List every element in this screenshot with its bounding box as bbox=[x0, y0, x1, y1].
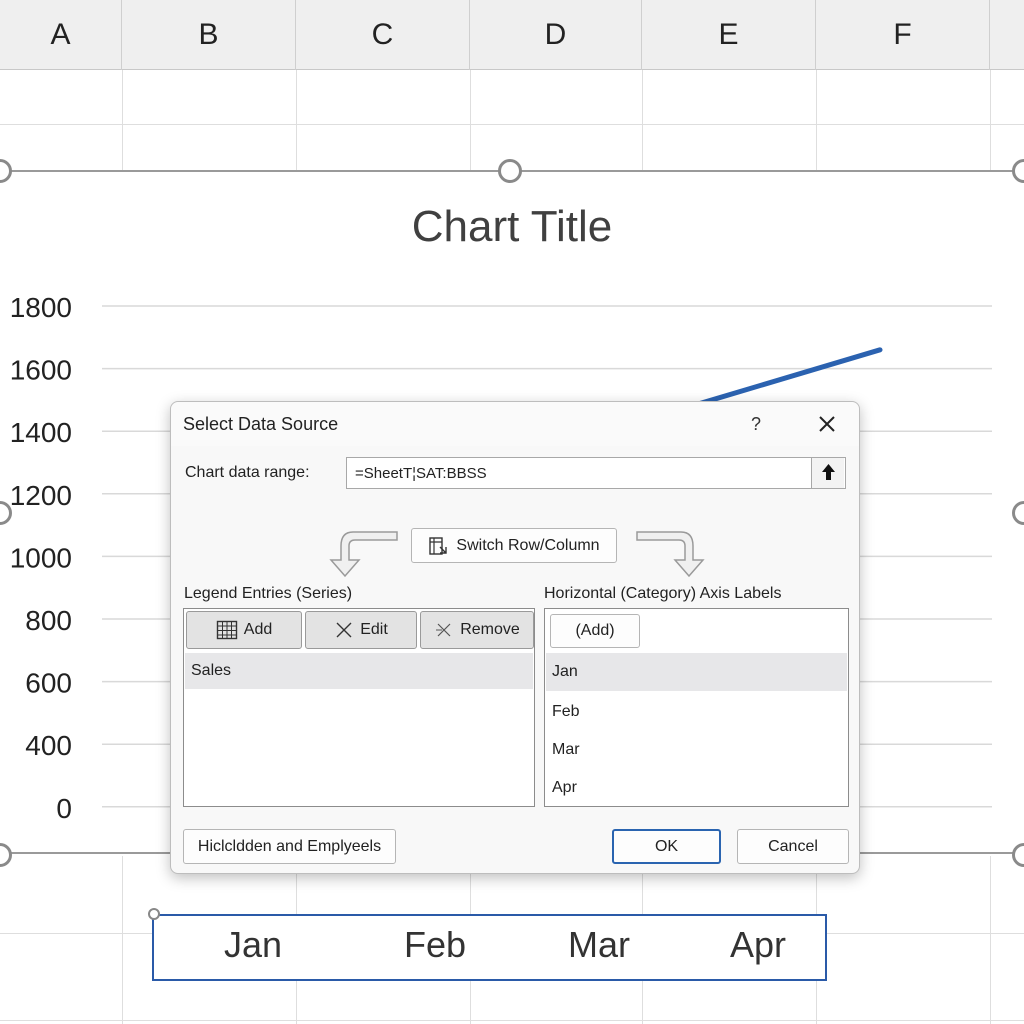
column-header-b[interactable]: B bbox=[122, 0, 296, 70]
remove-series-label: Remove bbox=[460, 621, 520, 638]
add-series-button[interactable]: Add bbox=[186, 611, 302, 649]
chart-data-range-input[interactable] bbox=[346, 457, 846, 489]
axis-label-item[interactable]: Feb bbox=[546, 694, 847, 730]
column-gridline bbox=[816, 70, 817, 170]
column-gridline bbox=[990, 70, 991, 170]
table-icon bbox=[216, 620, 237, 640]
axis-labels-add-button[interactable]: (Add) bbox=[550, 614, 640, 648]
y-tick-label: 600 bbox=[25, 668, 72, 699]
column-gridline bbox=[122, 856, 123, 1024]
ok-button[interactable]: OK bbox=[612, 829, 721, 864]
switch-row-column-icon bbox=[429, 536, 448, 555]
curved-arrow-left-icon bbox=[329, 531, 398, 578]
category-axis-label: Feb bbox=[403, 924, 467, 965]
chart-data-range-label: Chart data range: bbox=[185, 464, 310, 481]
remove-series-button[interactable]: Remove bbox=[420, 611, 534, 649]
category-axis-label: Jan bbox=[223, 924, 283, 965]
edit-x-icon bbox=[336, 622, 352, 638]
column-header-row: A B C D E F bbox=[0, 0, 1024, 70]
axis-labels-header: Horizontal (Category) Axis Labels bbox=[544, 585, 782, 602]
edit-series-button[interactable]: Edit bbox=[305, 611, 417, 649]
y-tick-label: 800 bbox=[25, 605, 72, 636]
y-tick-label: 1400 bbox=[10, 417, 72, 448]
row-gridline bbox=[0, 1020, 1024, 1021]
axis-selection-handle[interactable] bbox=[148, 908, 160, 920]
hidden-and-empty-cells-label: Hiclcldden and Emplyeels bbox=[197, 837, 382, 855]
axis-labels-list[interactable]: (Add) Jan Feb Mar Apr bbox=[544, 608, 849, 807]
y-tick-label: 0 bbox=[56, 793, 72, 824]
y-tick-label: 1200 bbox=[10, 480, 72, 511]
arrow-up-icon bbox=[822, 464, 835, 480]
column-header-c[interactable]: C bbox=[296, 0, 470, 70]
column-header-f[interactable]: F bbox=[816, 0, 990, 70]
legend-entries-header: Legend Entries (Series) bbox=[184, 585, 353, 602]
add-series-label: Add bbox=[243, 621, 273, 638]
y-tick-label: 1800 bbox=[10, 292, 72, 323]
y-tick-label: 1000 bbox=[10, 542, 72, 573]
column-header-d[interactable]: D bbox=[470, 0, 642, 70]
column-header-e[interactable]: E bbox=[642, 0, 816, 70]
hidden-and-empty-cells-button[interactable]: Hiclcldden and Emplyeels bbox=[183, 829, 396, 864]
y-tick-label: 1600 bbox=[10, 355, 72, 386]
switch-row-column-label: Switch Row/Column bbox=[456, 536, 600, 554]
help-button[interactable]: ? bbox=[751, 414, 761, 435]
ok-label: OK bbox=[654, 837, 679, 855]
row-gridline bbox=[0, 124, 1024, 125]
curved-arrow-right-icon bbox=[636, 531, 705, 578]
y-tick-label: 400 bbox=[25, 730, 72, 761]
cancel-label: Cancel bbox=[768, 837, 818, 855]
column-header-a[interactable]: A bbox=[0, 0, 122, 70]
dialog-title: Select Data Source bbox=[183, 414, 339, 434]
axis-label-item[interactable]: Jan bbox=[546, 653, 847, 691]
column-gridline bbox=[470, 70, 471, 170]
axis-label-item[interactable]: Apr bbox=[546, 770, 847, 806]
axis-label-item[interactable]: Mar bbox=[546, 732, 847, 768]
switch-row-column-button[interactable]: Switch Row/Column bbox=[411, 528, 617, 563]
cancel-button[interactable]: Cancel bbox=[737, 829, 849, 864]
select-data-source-dialog: Select Data Source ? Chart data range: S… bbox=[170, 401, 860, 874]
category-axis-label: Apr bbox=[729, 924, 787, 965]
edit-series-label: Edit bbox=[360, 621, 388, 638]
remove-icon bbox=[436, 623, 451, 637]
column-gridline bbox=[122, 70, 123, 170]
dialog-titlebar[interactable]: Select Data Source ? bbox=[171, 402, 859, 446]
close-icon[interactable] bbox=[813, 410, 841, 438]
chart-resize-handle-top[interactable] bbox=[498, 159, 522, 183]
legend-entries-list[interactable]: Add Edit Remove Sales bbox=[183, 608, 535, 807]
column-gridline bbox=[642, 70, 643, 170]
category-axis-box[interactable]: Jan Feb Mar Apr bbox=[148, 908, 827, 981]
category-axis-label: Mar bbox=[568, 924, 630, 965]
collapse-dialog-button[interactable] bbox=[811, 458, 844, 488]
series-list-item[interactable]: Sales bbox=[185, 653, 533, 689]
column-gridline bbox=[990, 856, 991, 1024]
axis-labels-add-label: (Add) bbox=[575, 622, 615, 639]
column-gridline bbox=[296, 70, 297, 170]
